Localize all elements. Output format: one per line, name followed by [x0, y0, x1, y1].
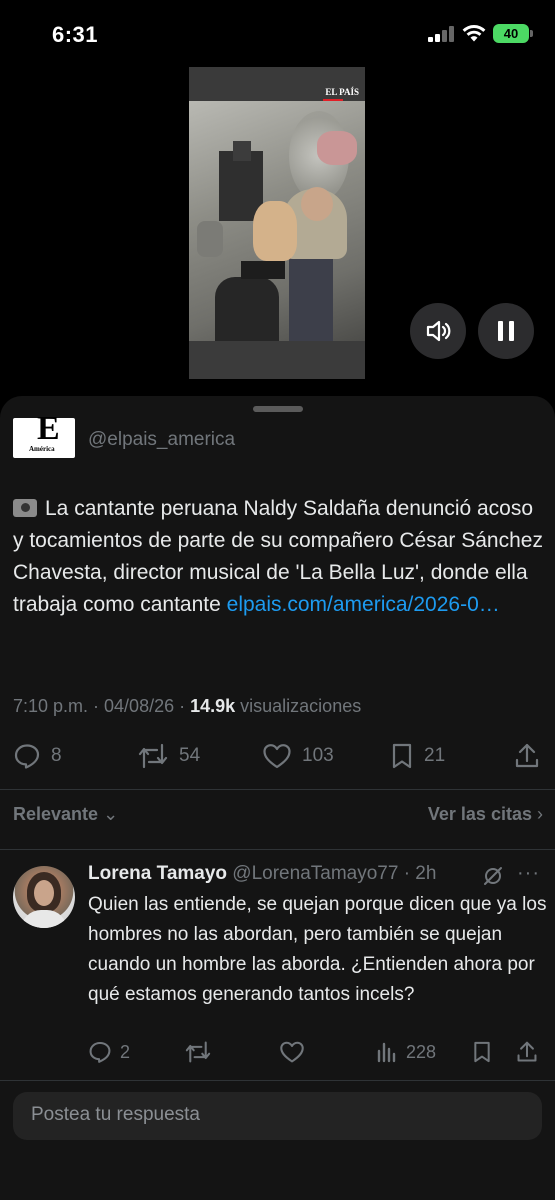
divider	[0, 789, 555, 790]
battery-tip	[530, 30, 533, 37]
analytics-icon	[377, 1042, 396, 1063]
reply-reply-button[interactable]: 2	[88, 1038, 130, 1066]
post-timestamp: 7:10 p.m. · 04/08/26 ·	[13, 696, 191, 716]
reply-avatar[interactable]	[13, 866, 75, 928]
bookmark-count: 21	[424, 745, 446, 766]
heart-icon	[280, 1041, 304, 1063]
reply-count: 8	[51, 745, 62, 766]
reply-actions: 2 228	[0, 1038, 555, 1066]
chevron-right-icon: ›	[537, 804, 543, 824]
volume-button[interactable]	[410, 303, 466, 359]
post-sheet: E América @elpais_america La cantante pe…	[0, 396, 555, 1200]
repost-button[interactable]: 54	[137, 738, 200, 774]
repost-icon	[185, 1041, 211, 1063]
post-link[interactable]: elpais.com/america/2026-0…	[227, 593, 500, 616]
divider	[0, 849, 555, 850]
post-text: La cantante peruana Naldy Saldaña denunc…	[13, 493, 543, 621]
post-actions: 8 54 103 21	[0, 738, 555, 774]
sheet-grabber[interactable]	[253, 406, 303, 412]
heart-icon	[263, 744, 291, 769]
repost-icon	[138, 743, 168, 769]
reply-repost-button[interactable]	[184, 1038, 212, 1066]
like-button[interactable]: 103	[262, 738, 334, 774]
reply-views-button[interactable]: 228	[376, 1038, 436, 1066]
reply-header: Lorena Tamayo @LorenaTamayo77 · 2h	[88, 863, 436, 885]
reply-handle-time: @LorenaTamayo77 · 2h	[227, 863, 437, 884]
bookmark-icon	[474, 1041, 490, 1063]
reply-share-button[interactable]	[516, 1038, 538, 1066]
share-icon	[517, 1041, 537, 1062]
pause-button[interactable]	[478, 303, 534, 359]
reply-author-name[interactable]: Lorena Tamayo	[88, 863, 227, 884]
bookmark-icon	[392, 743, 412, 769]
cellular-signal-icon	[428, 26, 456, 42]
wifi-icon	[462, 25, 486, 42]
reply-text: Quien las entiende, se quejan porque dic…	[88, 894, 547, 1005]
reply-bookmark-button[interactable]	[472, 1038, 492, 1066]
composer-placeholder: Postea tu respuesta	[31, 1104, 200, 1125]
reply-views-count: 228	[406, 1041, 437, 1062]
avatar-logo-subtitle: América	[29, 445, 55, 453]
post-meta: 7:10 p.m. · 04/08/26 · 14.9k visualizaci…	[13, 696, 361, 717]
share-icon	[515, 743, 539, 768]
reply-icon	[89, 1041, 111, 1063]
post-views-label: visualizaciones	[235, 696, 362, 716]
author-avatar[interactable]: E América	[13, 412, 75, 458]
reply-icon	[14, 744, 40, 769]
reply-like-button[interactable]	[279, 1038, 305, 1066]
reply-button[interactable]: 8	[13, 738, 62, 774]
bookmark-button[interactable]: 21	[390, 738, 445, 774]
battery-icon: 40	[493, 24, 529, 43]
repost-count: 54	[179, 745, 201, 766]
more-options-icon[interactable]: ···	[517, 862, 540, 885]
status-time: 6:31	[52, 22, 99, 47]
video-frame	[189, 101, 365, 341]
sort-row: Relevante ⌄ Ver las citas ›	[13, 800, 543, 830]
speaker-icon	[426, 320, 451, 342]
quotes-label: Ver las citas	[427, 804, 532, 824]
share-button[interactable]	[514, 738, 540, 774]
reply-composer[interactable]: Postea tu respuesta	[13, 1092, 542, 1140]
video-letterbox-bottom	[189, 341, 365, 379]
video-camera-icon	[13, 499, 37, 517]
pause-icon	[498, 321, 514, 341]
avatar-logo-letter: E	[37, 410, 60, 447]
divider	[0, 1080, 555, 1081]
grok-icon[interactable]	[482, 865, 504, 887]
author-handle[interactable]: @elpais_america	[88, 429, 235, 451]
sort-dropdown[interactable]: Relevante ⌄	[13, 804, 118, 825]
chevron-down-icon: ⌄	[103, 804, 119, 824]
reply-reply-count: 2	[120, 1041, 131, 1062]
video-player[interactable]: EL PAÍS	[189, 67, 365, 379]
like-count: 103	[302, 745, 334, 766]
status-bar: 6:31 40	[0, 0, 555, 70]
video-watermark: EL PAÍS	[325, 87, 359, 97]
sort-label: Relevante	[13, 804, 99, 824]
quotes-link[interactable]: Ver las citas ›	[428, 804, 543, 825]
post-views-count: 14.9k	[190, 696, 236, 716]
